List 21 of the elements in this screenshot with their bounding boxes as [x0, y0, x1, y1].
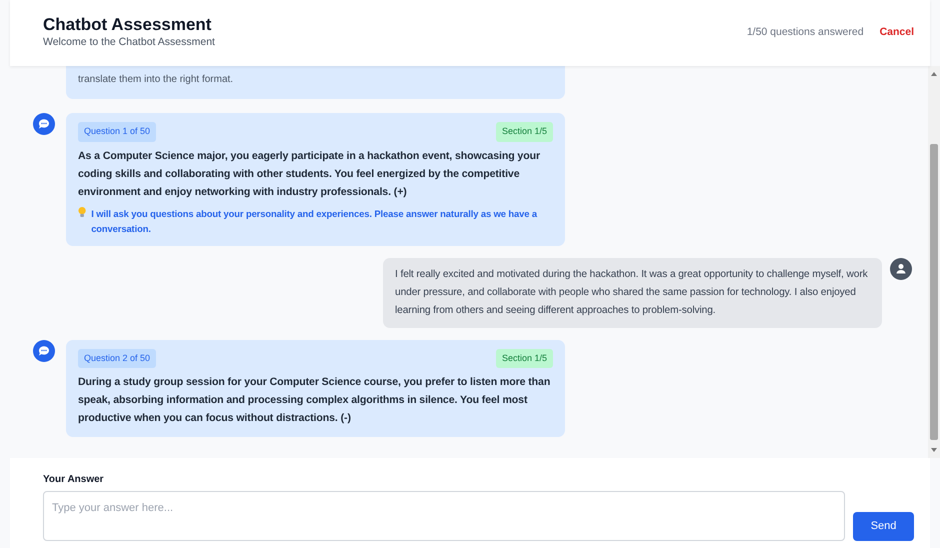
scrollbar[interactable] [928, 66, 940, 458]
hint-text: I will ask you questions about your personality and experiences. Please answer naturally as we have a conversation. [91, 206, 538, 236]
app-subtitle: Welcome to the Chatbot Assessment [43, 35, 215, 50]
cancel-link[interactable]: Cancel [880, 25, 914, 41]
section-badge: Section 1/5 [496, 348, 553, 368]
question-badge: Question 1 of 50 [78, 122, 156, 142]
user-icon [890, 258, 912, 280]
answer-label: Your Answer [43, 473, 105, 487]
lightbulb-icon [78, 206, 86, 218]
answer-field[interactable]: Type your answer here... [43, 491, 846, 541]
send-button[interactable]: Send [853, 512, 914, 541]
answer-text: I felt really excited and motivated during the hackathon. It was a great opportunity to challenge myself, work under pressure, and collaborate with people who shared the same passion for technology. I also enjoyed learning from others and seeing different approaches to problem-solving. [395, 268, 869, 318]
chat-bubble-icon [33, 340, 55, 362]
question-text: As a Computer Science major, you eagerly participate in a hackathon event, showcasing your coding skills and collaborating with other students. You feel energized by the competitive environment and enjoy networking with industry professionals. (+) [78, 148, 541, 200]
question-badge: Question 2 of 50 [78, 348, 156, 368]
chat-bubble-icon [33, 113, 55, 135]
question-text: During a study group session for your Computer Science course, you prefer to listen more than speak, absorbing information and processing complex algorithms in silence. You feel most productive when you can focus without distractions. (-) [78, 375, 552, 426]
progress-text: 1/50 questions answered [746, 25, 864, 40]
message-text: translate them into the right format. [78, 74, 234, 85]
section-badge: Section 1/5 [496, 122, 553, 142]
app-title: Chatbot Assessment [43, 14, 212, 36]
